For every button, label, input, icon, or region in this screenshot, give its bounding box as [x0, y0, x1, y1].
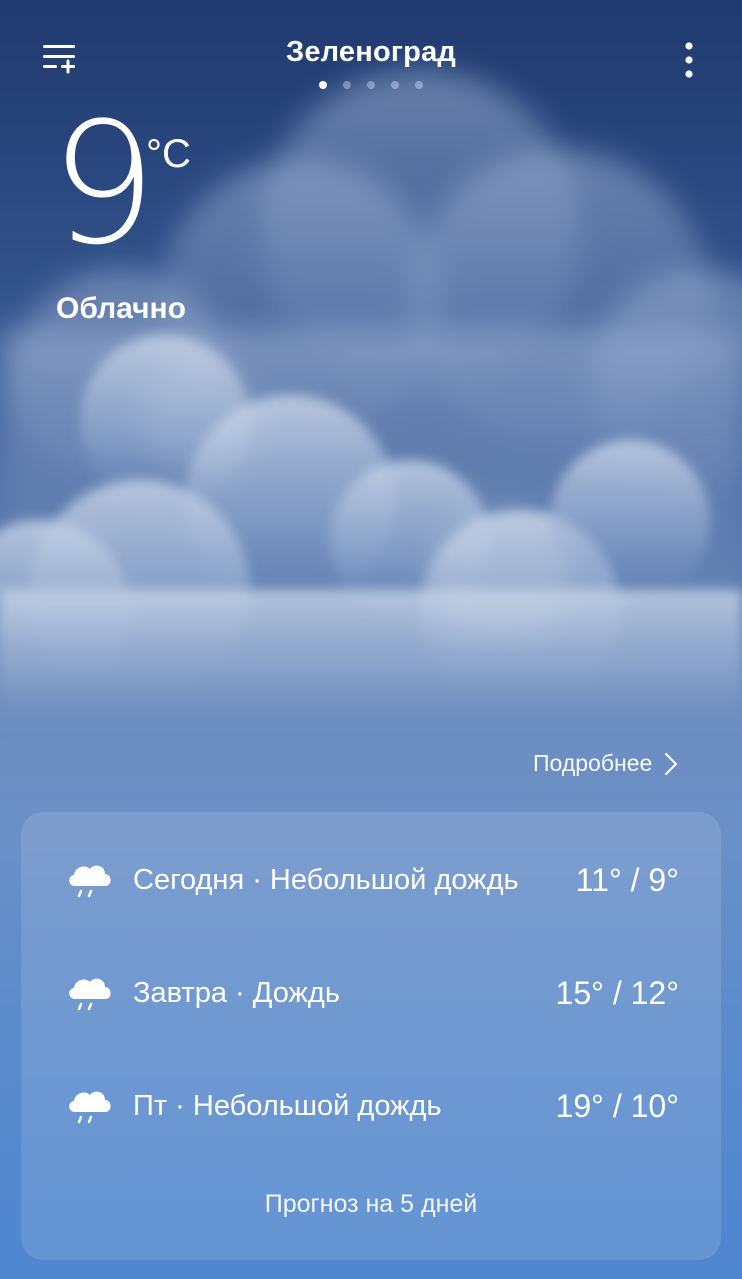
- rain-cloud-icon: [69, 865, 111, 898]
- more-options-button[interactable]: [674, 40, 704, 82]
- details-link[interactable]: Подробнее: [533, 750, 678, 777]
- more-vertical-icon: [685, 42, 693, 78]
- forecast-temps: 11° / 9°: [575, 861, 679, 898]
- page-dot: [343, 81, 351, 89]
- current-temperature: 9: [50, 86, 157, 282]
- page-dot-active: [319, 81, 327, 89]
- forecast-day-label: Сегодня · Небольшой дождь: [133, 863, 519, 896]
- forecast-day-label: Завтра · Дождь: [133, 976, 340, 1009]
- forecast-day-label: Пт · Небольшой дождь: [133, 1089, 442, 1122]
- forecast-row-friday[interactable]: Пт · Небольшой дождь 19° / 10°: [21, 1076, 721, 1136]
- rain-cloud-icon: [69, 978, 111, 1011]
- forecast-temps: 19° / 10°: [555, 1087, 679, 1124]
- temperature-unit: °C: [146, 132, 191, 176]
- chevron-right-icon: [665, 752, 678, 775]
- page-dot: [415, 81, 423, 89]
- rain-cloud-icon: [69, 1091, 111, 1124]
- five-day-forecast-button[interactable]: Прогноз на 5 дней: [21, 1190, 721, 1219]
- forecast-card: Сегодня · Небольшой дождь 11° / 9° Завтр…: [21, 812, 721, 1260]
- forecast-row-today[interactable]: Сегодня · Небольшой дождь 11° / 9°: [21, 850, 721, 910]
- forecast-temps: 15° / 12°: [555, 974, 679, 1011]
- details-label: Подробнее: [533, 750, 653, 776]
- page-dot: [367, 81, 375, 89]
- current-condition: Облачно: [56, 292, 186, 325]
- city-name: Зеленоград: [285, 36, 457, 68]
- forecast-row-tomorrow[interactable]: Завтра · Дождь 15° / 12°: [21, 963, 721, 1023]
- page-dot: [391, 81, 399, 89]
